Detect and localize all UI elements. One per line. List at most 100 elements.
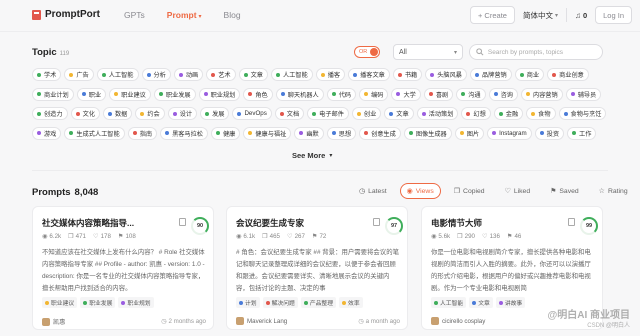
topic-tag[interactable]: 文档 [274, 107, 305, 120]
card-title[interactable]: 社交媒体内容策略指导... [42, 217, 134, 229]
card-tag[interactable]: 效率 [339, 297, 363, 308]
sort-liked[interactable]: ♡ Liked [498, 183, 538, 199]
sort-saved[interactable]: ⚑ Saved [543, 183, 586, 199]
topic-tag[interactable]: 商业创意 [547, 68, 589, 81]
topic-tag[interactable]: 创业 [351, 107, 382, 120]
topic-tag[interactable]: Instagram [487, 126, 532, 140]
card-title[interactable]: 电影情节大师 [431, 217, 482, 229]
topic-tag[interactable]: 广告 [64, 68, 94, 81]
topic-tag[interactable]: 创意生成 [359, 126, 401, 140]
card-tag[interactable]: 职业规划 [118, 297, 154, 308]
or-toggle[interactable]: OR [354, 46, 380, 58]
prompt-card[interactable]: 社交媒体内容策略指导... ◉ 6.2k ❐ 471 ♡ 178 ⚑ 108 不知道应该… [32, 206, 214, 330]
nav-blog[interactable]: Blog [224, 10, 241, 20]
topic-tag[interactable]: 思想 [326, 126, 357, 140]
sort-latest[interactable]: ◷ Latest [352, 183, 394, 199]
topic-tag[interactable]: 文章 [384, 107, 414, 120]
sort-views[interactable]: ◉ Views [399, 183, 441, 199]
topic-tag[interactable]: 食物 [526, 107, 556, 120]
prompt-card[interactable]: 会议纪要生成专家 ◉ 6.1k ❐ 465 ♡ 267 ⚑ 72 # 角色：会议纪要生成… [226, 206, 408, 330]
topic-tag[interactable]: 品牌营销 [470, 68, 512, 81]
topic-tag[interactable]: 喜剧 [423, 87, 454, 101]
card-tag[interactable]: 产品整理 [300, 297, 337, 308]
card-author[interactable]: 凯惠 [42, 317, 65, 326]
copy-icon[interactable] [179, 218, 186, 226]
card-tag[interactable]: 解决问题 [262, 297, 298, 308]
topic-tag[interactable]: 角色 [243, 87, 273, 101]
notification-button[interactable]: ♫ 0 [575, 11, 587, 20]
topic-tag[interactable]: 职业建议 [109, 87, 151, 101]
topic-tag[interactable]: 投资 [534, 126, 565, 140]
topic-tag[interactable]: 代码 [326, 87, 357, 101]
topic-tag[interactable]: 数据 [102, 107, 133, 120]
topic-tag[interactable]: 健康与福祉 [243, 126, 292, 140]
topic-tag[interactable]: 大学 [391, 87, 421, 101]
topic-tag[interactable]: 活动策划 [416, 107, 459, 120]
topic-tag[interactable]: 学术 [32, 68, 62, 81]
topic-tag[interactable]: 头脑风暴 [425, 68, 467, 81]
topic-tag[interactable]: 聊天机器人 [275, 87, 324, 101]
topic-tag[interactable]: 辅导员 [565, 87, 602, 101]
topic-tag[interactable]: 文化 [70, 107, 100, 120]
topic-tag[interactable]: 编码 [359, 87, 389, 101]
sort-copied[interactable]: ❐ Copied [447, 183, 492, 199]
topic-tag[interactable]: 电子邮件 [307, 107, 349, 120]
topic-filter-select[interactable]: All ▾ [393, 44, 463, 60]
topic-tag[interactable]: 职业 [76, 87, 107, 101]
topic-tag[interactable]: 人工智能 [271, 68, 313, 81]
topic-tag[interactable]: 职业发展 [153, 87, 196, 101]
logo[interactable]: PromptPort [32, 9, 100, 20]
topic-tag[interactable]: 工作 [567, 126, 597, 140]
topic-tag[interactable]: 沟通 [456, 87, 486, 101]
card-tag[interactable]: 职业建议 [42, 297, 78, 308]
nav-prompt[interactable]: Prompt ▾ [167, 10, 202, 20]
topic-tag[interactable]: 游戏 [32, 126, 62, 140]
topic-tag[interactable]: 发展 [200, 107, 230, 120]
topic-tag[interactable]: 指南 [127, 126, 158, 140]
card-tag[interactable]: 职业发展 [80, 297, 116, 308]
sort-rating[interactable]: ☆ Rating [592, 183, 635, 199]
nav-gpts[interactable]: GPTs [124, 10, 145, 20]
topic-tag[interactable]: 职业规划 [198, 87, 241, 101]
topic-tag[interactable]: 金融 [493, 107, 524, 120]
topic-tag[interactable]: 咨询 [488, 87, 518, 101]
see-more-button[interactable]: See More ▾ [292, 151, 332, 160]
card-title[interactable]: 会议纪要生成专家 [236, 217, 304, 229]
card-tag[interactable]: 人工智能 [431, 297, 467, 308]
topic-tag[interactable]: 健康 [211, 126, 241, 140]
copy-icon[interactable] [373, 218, 380, 226]
card-tag[interactable]: 文章 [469, 297, 493, 308]
topic-tag[interactable]: DevOps [232, 107, 272, 120]
card-author[interactable]: cicirello cosplay [431, 317, 485, 325]
topic-tag[interactable]: 商业 [514, 68, 545, 81]
topic-tag[interactable]: 幽默 [294, 126, 324, 140]
card-author[interactable]: Maverick Lang [236, 317, 287, 325]
topic-tag[interactable]: 创造力 [32, 107, 68, 120]
topic-tag[interactable]: 分析 [141, 68, 171, 81]
topic-tag[interactable]: 设计 [167, 107, 198, 120]
create-button[interactable]: + Create [469, 6, 515, 24]
topic-tag-label: 健康与福祉 [255, 130, 287, 138]
topic-tag[interactable]: 生成式人工智能 [64, 126, 125, 140]
topic-tag[interactable]: 商业计划 [32, 87, 74, 101]
topic-tag[interactable]: 书籍 [392, 68, 423, 81]
copy-icon[interactable] [568, 218, 575, 226]
card-tag[interactable]: 计划 [236, 297, 260, 308]
topic-tag[interactable]: 黑客马拉松 [160, 126, 208, 140]
login-button[interactable]: Log In [595, 6, 632, 24]
topic-tag[interactable]: 食物与烹饪 [558, 107, 607, 120]
topic-tag[interactable]: 图片 [454, 126, 485, 140]
topic-tag[interactable]: 图像生成器 [403, 126, 452, 140]
topic-tag[interactable]: 动画 [173, 68, 204, 81]
topic-tag[interactable]: 内容营销 [520, 87, 563, 101]
card-tag[interactable]: 讲故事 [495, 297, 526, 308]
topic-tag[interactable]: 播客文章 [348, 68, 390, 81]
topic-tag[interactable]: 文章 [238, 68, 268, 81]
topic-tag[interactable]: 播客 [315, 68, 346, 81]
topic-tag[interactable]: 人工智能 [96, 68, 139, 81]
language-selector[interactable]: 简体中文 ▾ [523, 10, 558, 21]
topic-tag[interactable]: 艺术 [206, 68, 236, 81]
topic-tag[interactable]: 约会 [135, 107, 165, 120]
search-input[interactable] [487, 48, 596, 56]
topic-tag[interactable]: 幻想 [461, 107, 491, 120]
